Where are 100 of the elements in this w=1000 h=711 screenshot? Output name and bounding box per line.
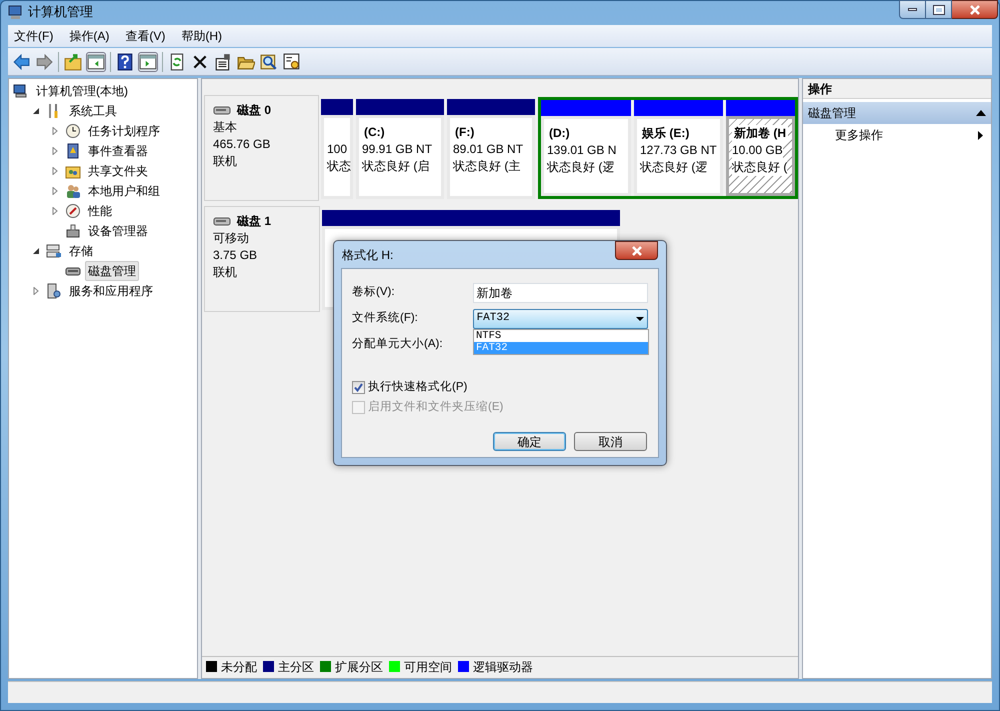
legend-label: 主分区 (278, 658, 314, 676)
dialog-button[interactable]: 确定 (493, 432, 566, 450)
dropdown[interactable]: FAT32 (472, 308, 648, 328)
properties-icon[interactable] (214, 52, 232, 70)
checkbox[interactable] (352, 381, 365, 394)
computer-icon (8, 4, 24, 20)
disk-drive-icon (213, 216, 231, 226)
tree-item[interactable]: 设备管理器 (85, 221, 151, 241)
disk-drive-icon (213, 106, 231, 116)
menu-item[interactable]: 查看(V) (125, 27, 166, 45)
actions-section-header[interactable]: 磁盘管理 (803, 102, 991, 124)
tree-item[interactable]: 存储 (66, 241, 96, 261)
collapse-arrow-icon[interactable] (32, 107, 40, 115)
partition-info: 10.00 GB (732, 142, 783, 159)
partition-info: 状态良好 (逻 (547, 159, 614, 176)
device-icon (65, 223, 81, 239)
partition-label: (C:) (363, 124, 386, 141)
collapse-arrow-icon[interactable] (976, 110, 986, 116)
storage-icon (46, 243, 62, 259)
close-icon (968, 4, 980, 14)
submenu-arrow-icon (978, 130, 983, 140)
dialog-title: 格式化 H: (342, 246, 394, 264)
expand-arrow-icon[interactable] (32, 287, 40, 295)
menu-item[interactable]: 帮助(H) (181, 27, 222, 45)
tree-item[interactable]: 任务计划程序 (85, 121, 163, 141)
partition-label: 新加卷 (H (732, 125, 788, 142)
input-field[interactable]: 新加卷 (472, 282, 648, 302)
expand-arrow-icon[interactable] (51, 127, 59, 135)
partition-block[interactable]: 娱乐 (E:) 127.73 GB NT 状态良好 (逻 (634, 116, 723, 196)
partition-block[interactable]: (F:) 89.01 GB NT 状态良好 (主 (447, 115, 535, 199)
partition-info: 状态良好 (逻 (640, 159, 708, 176)
close-button[interactable] (952, 0, 998, 19)
field-label: 卷标(V): (352, 284, 396, 300)
expand-arrow-icon[interactable] (51, 147, 59, 155)
tree-item[interactable]: 系统工具 (66, 101, 120, 121)
settings-icon[interactable] (283, 52, 301, 70)
help-icon[interactable] (116, 52, 134, 70)
partition-info: 99.91 GB NT (362, 141, 432, 158)
expand-arrow-icon[interactable] (51, 187, 59, 195)
checkbox-label: 执行快速格式化(P) (368, 380, 468, 395)
expand-arrow-icon[interactable] (51, 167, 59, 175)
tree-item[interactable]: 性能 (85, 201, 115, 221)
partition-block[interactable]: (D:) 139.01 GB N 状态良好 (逻 (541, 116, 631, 196)
maximize-button[interactable] (926, 0, 952, 19)
legend-label: 扩展分区 (335, 658, 383, 676)
partition-info: 状态 (327, 158, 351, 175)
disk-name: 磁盘 1 (237, 213, 272, 230)
partition-info: 127.73 GB NT (640, 142, 717, 159)
window-title: 计算机管理 (28, 3, 93, 22)
partition-block[interactable]: 100 状态 (321, 115, 353, 199)
disk-size: 3.75 GB (213, 247, 258, 264)
tree-item[interactable]: 计算机管理(本地) (33, 81, 131, 101)
action-item[interactable]: 更多操作 (803, 124, 991, 146)
pane-toggle-icon[interactable] (87, 52, 105, 70)
expand-arrow-icon[interactable] (51, 207, 59, 215)
partition-header (726, 100, 795, 116)
partition-label: (D:) (548, 125, 571, 142)
back-arrow-icon[interactable] (12, 52, 30, 70)
partition-info: 状态良好 ( (732, 159, 788, 176)
legend-label: 可用空间 (404, 658, 452, 676)
partition-label: (F:) (454, 124, 476, 141)
disk-status: 联机 (213, 264, 238, 281)
log-book-icon (65, 143, 81, 159)
users-icon (65, 183, 81, 199)
partition-info: 状态良好 (启 (362, 158, 430, 175)
partition-info: 139.01 GB N (547, 142, 616, 159)
partition-info: 89.01 GB NT (453, 141, 524, 158)
partition-info: 100 (327, 141, 348, 158)
disk-size: 465.76 GB (213, 136, 272, 153)
pane-toggle-icon[interactable] (139, 52, 157, 70)
minimize-button[interactable] (899, 0, 926, 19)
legend-label: 未分配 (221, 658, 257, 676)
tree-item[interactable]: 事件查看器 (85, 141, 151, 161)
disk-type: 基本 (213, 119, 238, 136)
dropdown-arrow-icon (636, 316, 644, 320)
close-button[interactable] (615, 241, 658, 260)
disk-type: 可移动 (213, 230, 250, 247)
collapse-arrow-icon[interactable] (32, 247, 40, 255)
partition-block[interactable]: 新加卷 (H 10.00 GB 状态良好 ( (726, 116, 795, 196)
delete-icon[interactable] (191, 52, 209, 70)
forward-arrow-icon[interactable] (35, 52, 53, 70)
search-icon[interactable] (260, 52, 278, 70)
field-label: 分配单元大小(A): (352, 336, 444, 352)
folder-icon[interactable] (64, 52, 82, 70)
menu-item[interactable]: 文件(F) (14, 27, 54, 45)
tree-item[interactable]: 磁盘管理 (85, 261, 139, 281)
refresh-icon[interactable] (168, 52, 186, 70)
server-icon (46, 283, 62, 299)
partition-block[interactable]: (C:) 99.91 GB NT 状态良好 (启 (356, 115, 444, 199)
tree-item[interactable]: 本地用户和组 (85, 181, 163, 201)
actions-header: 操作 (803, 79, 991, 99)
disk-status: 联机 (213, 153, 238, 170)
dropdown-option[interactable]: NTFS (474, 330, 648, 342)
tree-item[interactable]: 服务和应用程序 (66, 281, 156, 301)
close-icon (630, 246, 642, 256)
menu-item[interactable]: 操作(A) (69, 27, 110, 45)
legend-label: 逻辑驱动器 (473, 658, 533, 676)
dialog-button[interactable]: 取消 (574, 432, 647, 450)
tree-item[interactable]: 共享文件夹 (85, 161, 151, 181)
partition-header (321, 99, 353, 115)
